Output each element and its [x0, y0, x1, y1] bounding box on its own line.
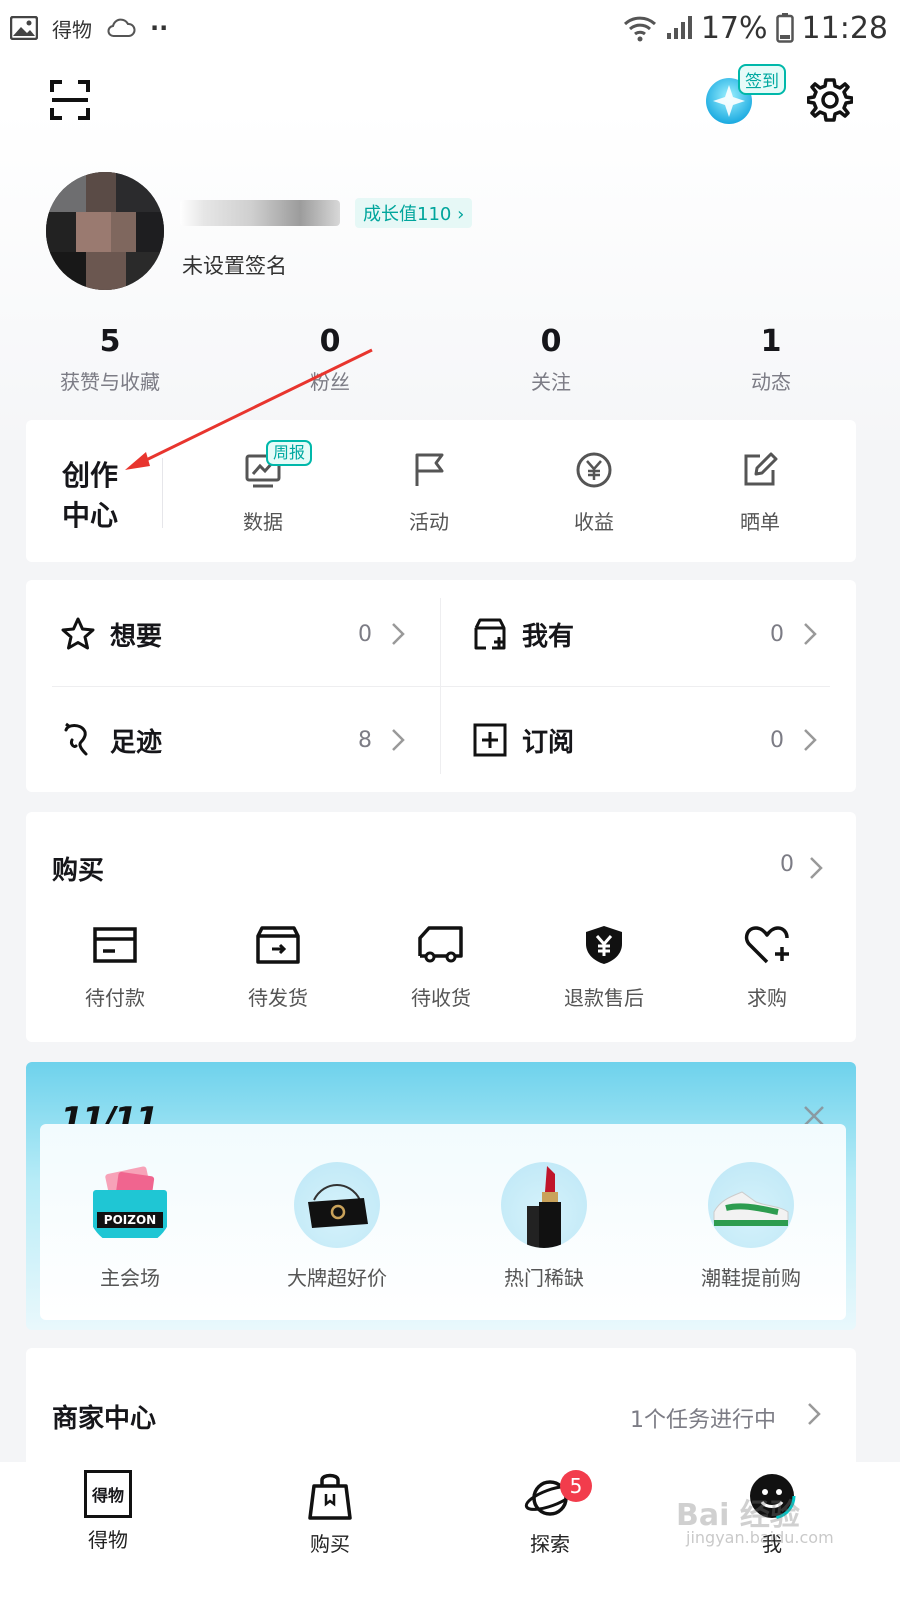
sneaker-image	[708, 1162, 794, 1248]
heart-plus-icon	[744, 926, 789, 964]
chevron-right-icon	[804, 623, 817, 645]
divider	[52, 686, 830, 687]
owned-row[interactable]: 我有 0	[472, 614, 822, 654]
chevron-right-icon	[808, 1403, 821, 1425]
footprint-count: 8	[358, 727, 372, 753]
shopping-bag-icon	[308, 1473, 352, 1520]
promo-label: 大牌超好价	[287, 1266, 387, 1290]
refund-label: 退款售后	[564, 986, 644, 1010]
subscribe-row[interactable]: 订阅 0	[472, 720, 822, 760]
footprint-label: 足迹	[110, 727, 163, 758]
merchant-task-status: 1个任务进行中	[630, 1408, 776, 1433]
chevron-right-icon	[810, 857, 823, 879]
tab-buy[interactable]: 购买	[270, 1470, 390, 1557]
shield-yen-icon	[586, 926, 622, 964]
lipstick-image	[501, 1162, 587, 1248]
tab-label: 购买	[310, 1532, 350, 1556]
poizon-card-image: POIZON	[87, 1162, 173, 1248]
watermark-url: jingyan.baidu.com	[686, 1528, 834, 1547]
pending-receipt[interactable]: 待收货	[381, 924, 501, 1011]
handbag-image	[294, 1162, 380, 1248]
owned-label: 我有	[522, 621, 575, 652]
promo-sneakers[interactable]: 潮鞋提前购	[661, 1162, 841, 1291]
pending-payment[interactable]: 待付款	[55, 924, 175, 1011]
promo-banner: 11/11 POIZON 主会场 大牌超好价 热门稀缺 潮鞋提前购	[26, 1062, 856, 1330]
annotation-arrow	[125, 348, 373, 470]
box-icon	[256, 926, 300, 964]
want-row[interactable]: 想要 0	[60, 614, 410, 654]
want-count: 0	[358, 621, 372, 647]
handbag-graphic	[308, 1184, 368, 1228]
chevron-right-icon	[392, 623, 405, 645]
subscribe-count: 0	[770, 727, 784, 753]
footprint-row[interactable]: 足迹 8	[60, 720, 410, 760]
card-icon	[93, 927, 137, 963]
poizon-card-graphic	[93, 1166, 167, 1238]
promo-main-venue[interactable]: POIZON 主会场	[40, 1162, 220, 1291]
lipstick-graphic	[527, 1166, 561, 1248]
plus-square-icon	[473, 723, 507, 757]
refund-after-sales[interactable]: 退款售后	[544, 924, 664, 1011]
want-to-buy[interactable]: 求购	[707, 924, 827, 1011]
tab-dewu[interactable]: 得物 得物	[48, 1470, 168, 1553]
want-to-buy-label: 求购	[747, 986, 787, 1010]
subscribe-label: 订阅	[522, 727, 575, 758]
purchase-all-link[interactable]: 0	[776, 850, 836, 884]
box-add-icon	[474, 618, 506, 650]
purchase-card: 购买 0 待付款 待发货 待收货 退款售后 求购	[26, 812, 856, 1042]
purchase-count: 0	[780, 852, 794, 877]
promo-label: 热门稀缺	[504, 1266, 584, 1290]
footprint-icon	[64, 722, 88, 756]
promo-hot-rare[interactable]: 热门稀缺	[454, 1162, 634, 1291]
pending-receipt-label: 待收货	[411, 986, 471, 1010]
tab-label: 得物	[88, 1528, 128, 1552]
poizon-brand: POIZON	[97, 1212, 163, 1228]
pending-shipment[interactable]: 待发货	[218, 924, 338, 1011]
merchant-center-title: 商家中心	[52, 1404, 157, 1434]
sneaker-graphic	[713, 1191, 789, 1226]
owned-count: 0	[770, 621, 784, 647]
want-label: 想要	[110, 621, 163, 652]
purchase-title: 购买	[52, 856, 105, 886]
tab-label: 探索	[530, 1532, 570, 1556]
promo-label: 潮鞋提前购	[701, 1266, 801, 1290]
dewu-logo-icon: 得物	[84, 1470, 132, 1518]
explore-badge: 5	[560, 1470, 592, 1502]
star-icon	[61, 617, 95, 650]
pending-payment-label: 待付款	[85, 986, 145, 1010]
truck-icon	[418, 926, 463, 963]
chevron-right-icon	[804, 729, 817, 751]
promo-label: 主会场	[100, 1266, 160, 1290]
chevron-right-icon	[392, 729, 405, 751]
pending-shipment-label: 待发货	[248, 986, 308, 1010]
tab-explore[interactable]: 5 探索	[490, 1470, 610, 1557]
collections-card: 想要 0 我有 0 足迹 8 订阅 0	[26, 580, 856, 792]
promo-big-brands[interactable]: 大牌超好价	[247, 1162, 427, 1291]
